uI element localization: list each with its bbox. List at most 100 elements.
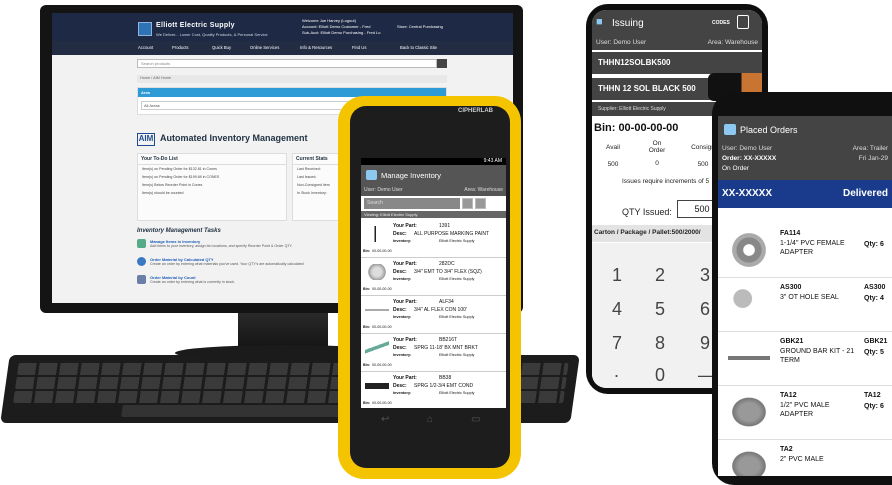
- avail-label: Avail: [606, 144, 620, 151]
- list-item[interactable]: TA2 2" PVC MALE: [718, 440, 892, 476]
- orders-user: User: Demo User: [722, 145, 773, 152]
- part-label: Your Part:: [393, 223, 417, 229]
- list-item[interactable]: Your Part: 1391 Desc: ALL PURPOSE MARKIN…: [361, 220, 506, 258]
- item-code: AS300: [780, 284, 802, 291]
- item-qty: Qty: 4: [864, 295, 884, 302]
- order-status-text: On Order: [718, 164, 892, 180]
- gear-icon: [137, 257, 146, 266]
- task-desc: Create an order by entering what materia…: [150, 262, 304, 266]
- product-image: [365, 226, 389, 242]
- todo-item[interactable]: Item(s) should be counted: [138, 189, 286, 197]
- site-name: Elliott Electric Supply: [156, 22, 235, 29]
- order-row: Order: XX-XXXXX Fri Jan-29: [718, 154, 892, 164]
- part-desc: 3/4" EMT TO 3/4" FLEX (SQZ): [414, 269, 482, 275]
- scanner-search-input[interactable]: Search: [364, 198, 460, 209]
- nav-products[interactable]: Products: [172, 45, 189, 50]
- list-item[interactable]: TA12 1/2" PVC MALE ADAPTER TA12 Qty: 6: [718, 386, 892, 440]
- key-1[interactable]: 1: [612, 265, 622, 286]
- item-qty: Qty: 6: [864, 241, 884, 248]
- filter-icon[interactable]: [475, 198, 486, 209]
- key-dot[interactable]: .: [614, 361, 619, 382]
- key-5[interactable]: 5: [655, 299, 665, 320]
- part-desc: 3/4" AL FLEX CON 100': [414, 307, 467, 313]
- home-icon[interactable]: ⌂: [427, 414, 433, 425]
- bin-label: Bin:: [363, 401, 370, 405]
- nav-classic-site[interactable]: Back to Classic Site: [400, 45, 437, 50]
- issuing-user: User: Demo User: [596, 39, 647, 46]
- part-number: BB216T: [439, 337, 458, 343]
- key-7[interactable]: 7: [612, 333, 622, 354]
- order-banner-number: XX-XXXXX: [722, 188, 773, 199]
- bin-value: Bin: 00-00-00-00: [363, 363, 392, 367]
- key-0[interactable]: 0: [655, 365, 665, 386]
- key-6[interactable]: 6: [700, 299, 710, 320]
- key-3[interactable]: 3: [700, 265, 710, 286]
- item-code: TA12: [780, 392, 797, 399]
- todo-item[interactable]: Item(s) on Pending Order for $199.89 in …: [138, 173, 286, 181]
- item-desc: 3" OT HOLE SEAL: [780, 294, 839, 301]
- order-banner-status: Delivered: [842, 188, 888, 199]
- list-item[interactable]: Your Part: BB216T Desc: SPRG 11-18' BX M…: [361, 334, 506, 372]
- todo-item[interactable]: Item(s) Below Reorder Point in Cones: [138, 181, 286, 189]
- key-2[interactable]: 2: [655, 265, 665, 286]
- item-code: GBK21: [780, 338, 804, 345]
- desc-label: Desc:: [393, 307, 407, 313]
- inventory-label: Inventory:: [393, 391, 412, 395]
- list-item[interactable]: Your Part: BB38 Desc: SPRG 1/2-3/4 EMT C…: [361, 372, 506, 408]
- list-item[interactable]: AS300 3" OT HOLE SEAL AS300 Qty: 4: [718, 278, 892, 332]
- site-logo-icon: [138, 22, 152, 36]
- bin-label: Bin:: [363, 287, 370, 291]
- issue-requirement: Issues require increments of 5: [622, 178, 710, 185]
- save-icon[interactable]: [737, 15, 749, 29]
- nav-info-resources[interactable]: Info & Resources: [300, 45, 332, 50]
- list-item[interactable]: GBK21 GROUND BAR KIT - 21 TERM GBK21 Qty…: [718, 332, 892, 386]
- nav-quick-buy[interactable]: Quick Buy: [212, 45, 231, 50]
- part-number: 282DC: [439, 261, 455, 267]
- search-input[interactable]: Search products: [137, 59, 437, 68]
- scanner-nav-bar: ↩ ⌂ ▭: [361, 410, 506, 430]
- qty-label: QTY Issued:: [622, 207, 672, 217]
- bin-value: Bin: 00-00-00-00: [363, 325, 392, 329]
- scan-icon[interactable]: [462, 198, 473, 209]
- inventory-value: Elliott Electric Supply: [439, 391, 475, 395]
- item-code: FA114: [780, 230, 801, 237]
- key-8[interactable]: 8: [655, 333, 665, 354]
- nav-find-us[interactable]: Find Us: [352, 45, 366, 50]
- key-9[interactable]: 9: [700, 333, 710, 354]
- item-code-right: GBK21: [864, 338, 888, 345]
- issuing-user-row: User: Demo User Area: Warehouse: [592, 36, 762, 50]
- main-nav: Account Products Quick Buy Online Servic…: [52, 41, 513, 55]
- nav-account[interactable]: Account: [138, 45, 153, 50]
- orders-header: Placed Orders: [718, 116, 892, 144]
- part-desc: SPRG 11-18' BX MNT BRKT: [414, 345, 478, 351]
- onorder-col: On Order 0: [644, 140, 670, 167]
- scanner-brand: CIPHERLAB: [458, 108, 494, 114]
- part-number: 1391: [439, 223, 451, 229]
- search-button[interactable]: [437, 59, 447, 68]
- inventory-value: Elliott Electric Supply: [439, 353, 475, 357]
- recent-apps-icon[interactable]: ▭: [471, 414, 480, 425]
- todo-item[interactable]: Item(s) on Pending Order for $132.81 in …: [138, 165, 286, 173]
- inventory-label: Inventory:: [393, 315, 412, 319]
- list-item[interactable]: Your Part: 282DC Desc: 3/4" EMT TO 3/4" …: [361, 258, 506, 296]
- item-desc: 1/2" PVC MALE ADAPTER: [780, 402, 830, 418]
- avail-col: Avail 500: [600, 144, 626, 168]
- avail-value: 500: [607, 161, 619, 168]
- bin-number: 00-00-00-00: [372, 287, 392, 291]
- back-icon[interactable]: ↩: [381, 414, 389, 425]
- search-icon[interactable]: ⚲: [488, 198, 499, 209]
- item-qty: Qty: 6: [864, 403, 884, 410]
- inventory-value: Elliott Electric Supply: [439, 315, 475, 319]
- nav-online-services[interactable]: Online Services: [250, 45, 279, 50]
- key-4[interactable]: 4: [612, 299, 622, 320]
- count-icon: [137, 275, 146, 284]
- welcome-panel: Welcome Joe Harvey (Logout) Account: Ell…: [302, 18, 380, 36]
- scanner-user: User: Demo User: [364, 187, 403, 193]
- list-item[interactable]: FA114 1-1/4" PVC FEMALE ADAPTER Qty: 6: [718, 224, 892, 278]
- order-banner[interactable]: XX-XXXXX Delivered: [718, 180, 892, 208]
- bin-label: Bin:: [363, 363, 370, 367]
- list-item[interactable]: Your Part: ALF34 Desc: 3/4" AL FLEX CON …: [361, 296, 506, 334]
- item-desc: 2" PVC MALE: [780, 456, 824, 463]
- codes-button[interactable]: CODES: [712, 20, 730, 26]
- scanner-header: Manage Inventory: [361, 165, 506, 185]
